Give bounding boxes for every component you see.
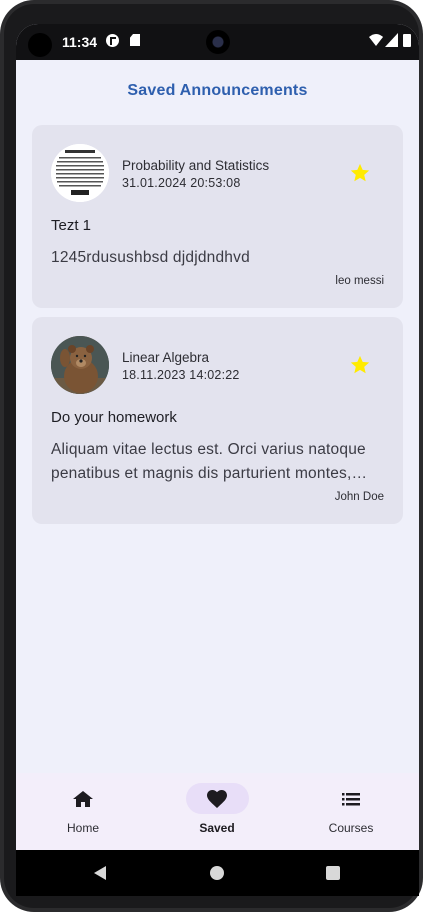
announcement-body: 1245rdusushbsd djdjdndhvd — [51, 249, 250, 266]
course-avatar — [51, 336, 109, 394]
announcement-title: Do your homework — [51, 409, 177, 426]
sd-card-icon — [130, 34, 140, 46]
course-name: Linear Algebra — [122, 350, 210, 365]
announcement-card[interactable]: Probability and Statistics 31.01.2024 20… — [32, 125, 403, 308]
announcement-title: Tezt 1 — [51, 217, 92, 234]
document-thumbnail-icon — [51, 144, 109, 202]
device-frame: 11:34 Saved Announcements Probability an… — [0, 0, 423, 912]
punch-hole-camera-icon — [206, 30, 230, 54]
battery-icon — [403, 34, 411, 47]
system-navigation-bar — [16, 850, 419, 896]
announcement-author: leo messi — [335, 275, 384, 287]
course-avatar — [51, 144, 109, 202]
page-title: Saved Announcements — [127, 82, 308, 99]
announcement-date: 18.11.2023 14:02:22 — [122, 368, 240, 382]
device-bezel: 11:34 Saved Announcements Probability an… — [4, 4, 419, 908]
nav-label: Home — [66, 821, 99, 835]
front-camera-icon — [28, 33, 52, 57]
recent-apps-icon[interactable] — [326, 866, 340, 880]
wifi-icon — [369, 34, 383, 46]
home-icon — [73, 791, 93, 807]
signal-icon — [385, 33, 398, 47]
nav-label: Saved — [199, 821, 235, 835]
announcement-author: John Doe — [334, 491, 384, 503]
nav-label: Courses — [328, 821, 374, 835]
course-name: Probability and Statistics — [122, 158, 270, 173]
back-icon[interactable] — [92, 865, 108, 881]
bottom-navigation: Home Saved Courses — [16, 773, 419, 850]
nav-item-home[interactable]: Home — [16, 773, 150, 850]
announcement-card[interactable]: Linear Algebra 18.11.2023 14:02:22 Do yo… — [32, 317, 403, 524]
nav-item-courses[interactable]: Courses — [284, 773, 418, 850]
announcement-body: Aliquam vitae lectus est. Orci varius na… — [51, 441, 366, 482]
list-icon — [342, 793, 360, 806]
heart-icon — [207, 790, 227, 808]
app-screen: 11:34 Saved Announcements Probability an… — [16, 24, 419, 896]
home-circle-icon[interactable] — [210, 866, 224, 880]
status-time: 11:34 — [62, 34, 98, 50]
status-bar: 11:34 — [16, 24, 419, 60]
star-icon[interactable] — [349, 162, 371, 184]
nav-item-saved[interactable]: Saved — [150, 773, 284, 850]
bear-photo-icon — [51, 336, 109, 394]
announcement-date: 31.01.2024 20:53:08 — [122, 176, 241, 190]
app-notification-icon — [106, 34, 119, 47]
star-icon[interactable] — [349, 354, 371, 376]
